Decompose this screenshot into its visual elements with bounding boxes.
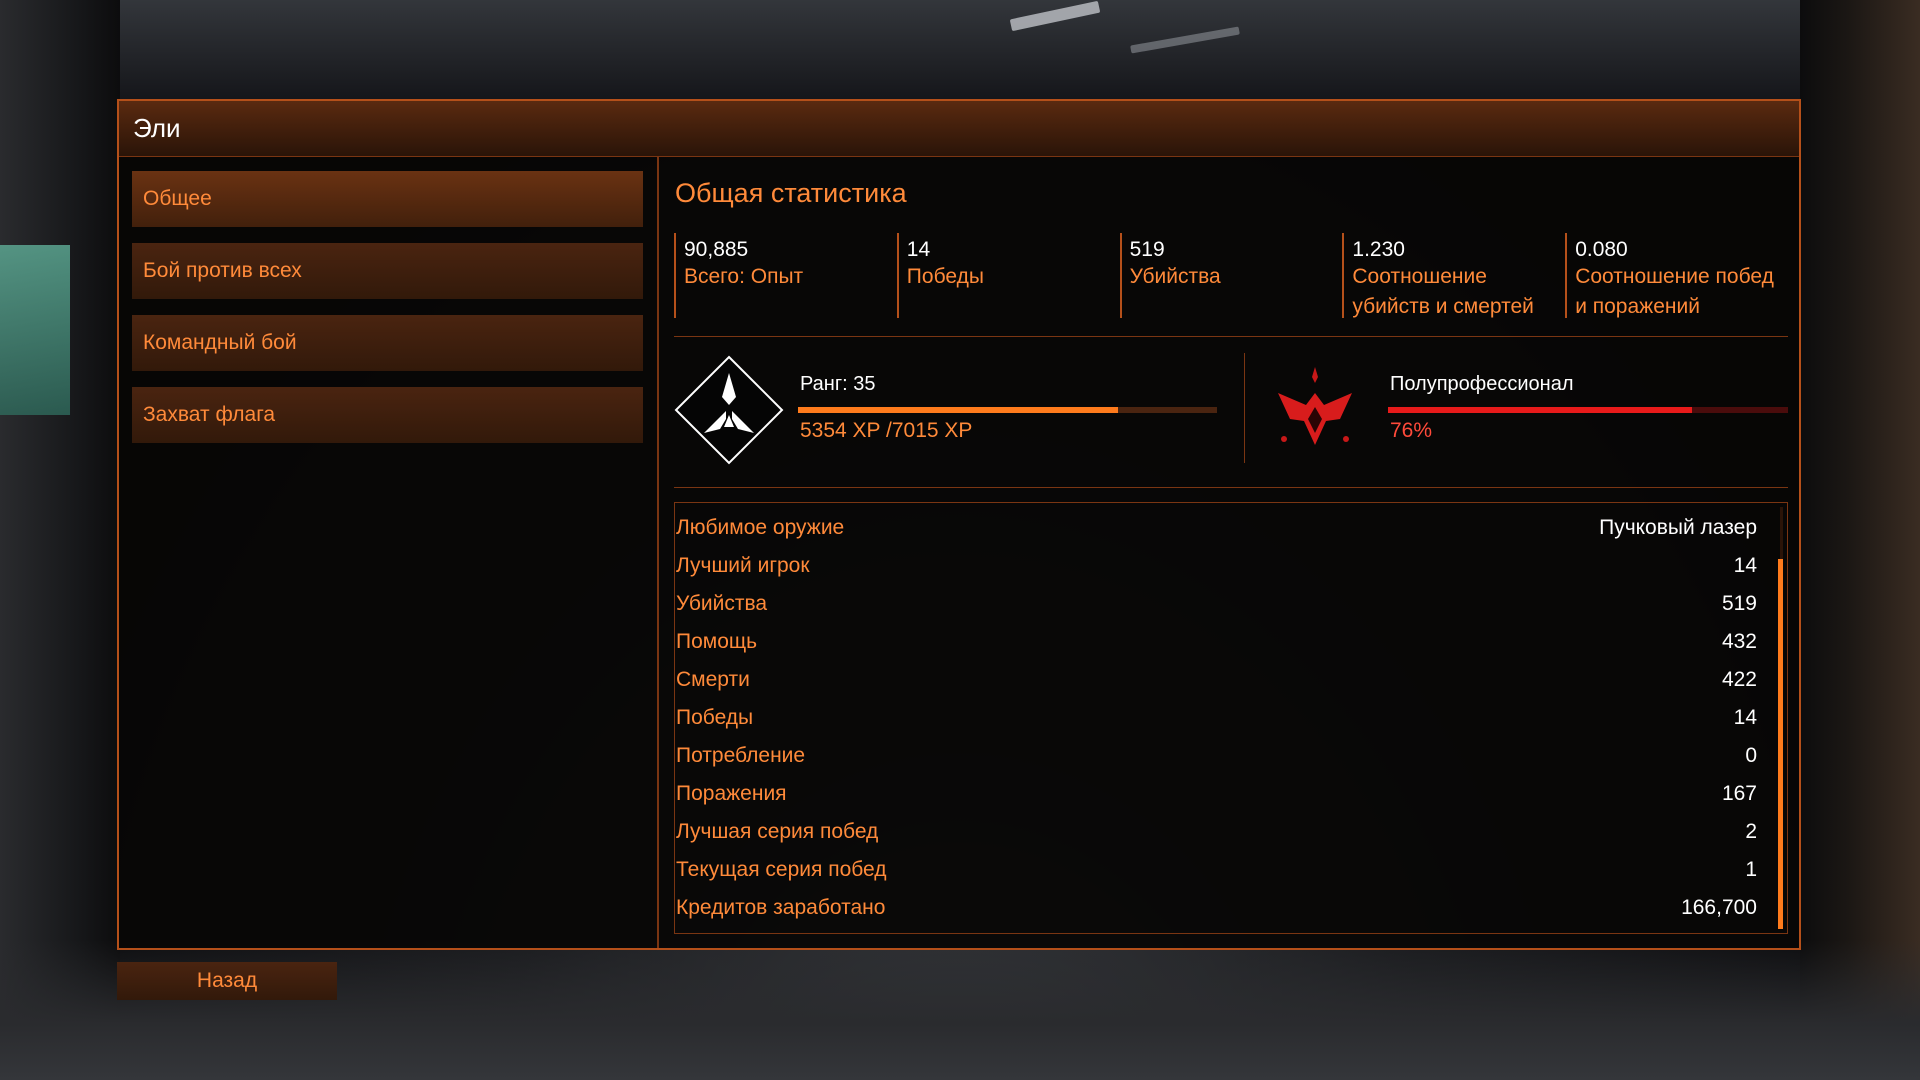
rank-block: Ранг: 35 5354 XP /7015 XP Полупрофессион… [674,353,1788,465]
stats-window: Эли Общее Бой против всех Командный бой … [117,99,1801,950]
stat-row-consumption: Потребление 0 [675,737,1775,775]
player-name: Эли [133,113,181,143]
summary-value: 0.080 [1575,238,1628,261]
stat-value: 2 [1745,820,1757,843]
background-wall-left [0,0,120,1080]
skill-progress-fill [1388,407,1692,413]
summary-kills: 519 Убийства [1119,233,1343,318]
summary-value: 1.230 [1352,238,1405,261]
stat-row-favorite-weapon: Любимое оружие Пучковый лазер [675,509,1775,547]
stat-value: 14 [1733,554,1757,577]
background-floor [0,940,1920,1080]
summary-label: Соотношение побед и поражений [1575,265,1774,318]
stat-label: Помощь [676,630,758,653]
stat-row-wins: Победы 14 [675,699,1775,737]
summary-wins: 14 Победы [896,233,1120,318]
stat-value: 167 [1721,782,1757,805]
stat-row-losses: Поражения 167 [675,775,1775,813]
back-button[interactable]: Назад [117,962,337,1000]
tab-team-deathmatch[interactable]: Командный бой [132,315,643,371]
tab-general[interactable]: Общее [132,171,643,227]
stat-label: Текущая серия побед [676,858,887,881]
stat-value: 519 [1721,592,1757,615]
stat-value: Пучковый лазер [1599,516,1757,539]
stat-label: Лучшая серия побед [676,820,879,843]
stat-row-credits-earned: Кредитов заработано 166,700 [675,889,1775,927]
summary-label: Убийства [1129,265,1221,288]
stat-label: Кредитов заработано [676,896,886,919]
section-title: Общая статистика [675,178,907,208]
vertical-divider [1244,353,1245,463]
summary-wl-ratio: 0.080 Соотношение побед и поражений [1565,233,1788,318]
rank-progress-bar [798,407,1217,413]
rank-label: Ранг: 35 [800,373,876,395]
summary-value: 14 [906,238,931,261]
tab-deathmatch[interactable]: Бой против всех [132,243,643,299]
stat-value: 14 [1733,706,1757,729]
detailed-stats-list[interactable]: Любимое оружие Пучковый лазер Лучший игр… [674,502,1788,934]
stat-row-kills: Убийства 519 [675,585,1775,623]
summary-label: Всего: Опыт [684,265,804,288]
skill-emblem-icon [1278,367,1352,445]
summary-value: 90,885 [684,238,749,261]
stat-row-deaths: Смерти 422 [675,661,1775,699]
skill-percent: 76% [1390,419,1433,442]
summary-label: Победы [906,265,984,288]
skill-progress-bar [1388,407,1788,413]
stat-label: Поражения [676,782,787,805]
stat-row-best-player: Лучший игрок 14 [675,547,1775,585]
stat-value: 0 [1745,744,1757,767]
rank-diamond-icon [674,355,784,465]
stat-row-assists: Помощь 432 [675,623,1775,661]
sidebar: Общее Бой против всех Командный бой Захв… [119,157,659,948]
summary-value: 519 [1129,238,1165,261]
stat-value: 422 [1721,668,1757,691]
rank-progress-fill [798,407,1118,413]
stat-label: Лучший игрок [676,554,810,577]
stat-row-current-win-streak: Текущая серия побед 1 [675,851,1775,889]
summary-stats: 90,885 Всего: Опыт 14 Победы 519 Убийств… [674,233,1788,318]
tab-capture-the-flag[interactable]: Захват флага [132,387,643,443]
rank-xp-text: 5354 XP /7015 XP [800,419,973,442]
stat-value: 432 [1721,630,1757,653]
scrollbar-thumb[interactable] [1778,559,1783,929]
skill-label: Полупрофессионал [1390,373,1574,395]
divider [674,336,1788,337]
stat-label: Потребление [676,744,806,767]
divider [674,487,1788,488]
background-sign [0,245,70,415]
stat-label: Победы [676,706,754,729]
stat-label: Смерти [676,668,750,691]
stat-value: 1 [1745,858,1757,881]
stat-row-best-win-streak: Лучшая серия побед 2 [675,813,1775,851]
summary-total-xp: 90,885 Всего: Опыт [674,233,897,318]
window-header: Эли [119,101,1799,157]
stat-label: Любимое оружие [676,516,845,539]
stat-value: 166,700 [1681,896,1757,919]
stat-label: Убийства [676,592,768,615]
summary-kd-ratio: 1.230 Соотношение убийств и смертей [1342,233,1565,318]
summary-label: Соотношение убийств и смертей [1352,265,1534,318]
background-wall-right [1800,0,1920,1080]
main-panel: Общая статистика 90,885 Всего: Опыт 14 П… [660,157,1799,948]
background-ceiling [0,0,1920,100]
